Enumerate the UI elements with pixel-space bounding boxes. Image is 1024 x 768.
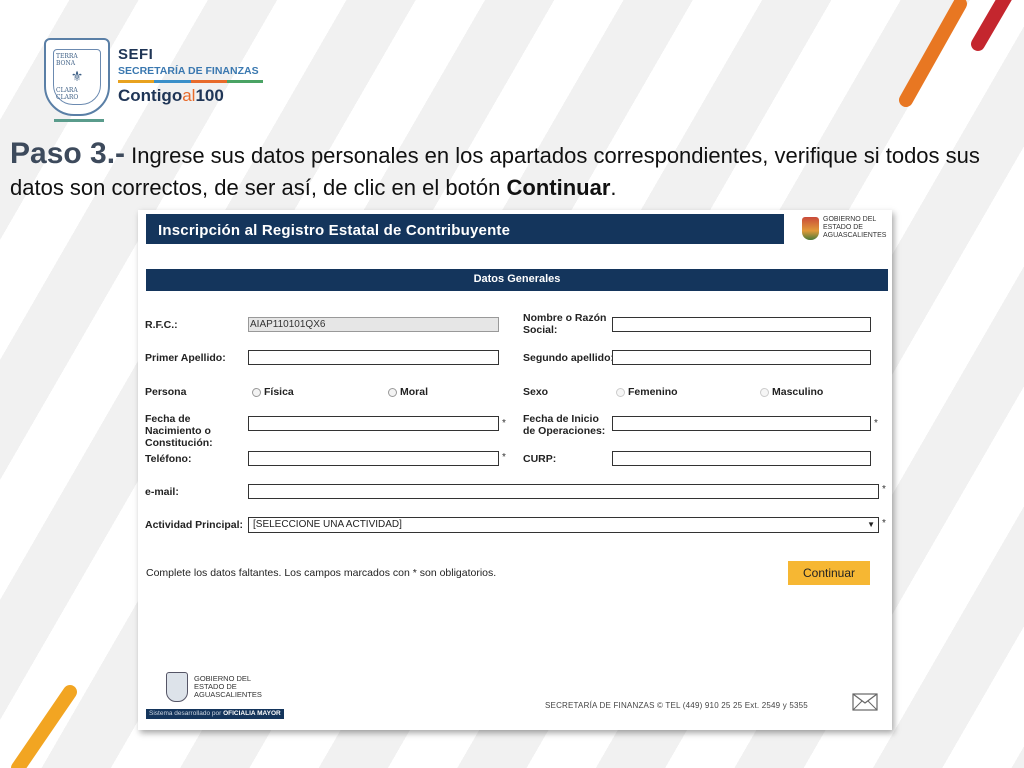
actividad-label: Actividad Principal: xyxy=(145,519,244,531)
curp-label: CURP: xyxy=(523,453,557,465)
sefi-logo: TERRA BONA ⚜ CLARA CLARO SEFI SECRETARÍA… xyxy=(44,38,263,122)
fecha-nacimiento-field[interactable] xyxy=(248,416,499,431)
form-title: Inscripción al Registro Estatal de Contr… xyxy=(146,214,784,244)
persona-label: Persona xyxy=(145,386,187,398)
telefono-label: Teléfono: xyxy=(145,453,192,465)
actividad-selected-value: [SELECCIONE UNA ACTIVIDAD] xyxy=(253,519,402,530)
rfc-label: R.F.C.: xyxy=(145,319,178,331)
instruction-bold: Continuar xyxy=(506,175,611,200)
telefono-field[interactable] xyxy=(248,451,499,466)
footer-gov-logo: GOBIERNO DEL ESTADO DE AGUASCALIENTES xyxy=(166,672,262,702)
fecha-inicio-field[interactable] xyxy=(612,416,871,431)
segundo-apellido-label: Segundo apellido: xyxy=(523,352,614,364)
email-label: e-mail: xyxy=(145,486,179,498)
footer-crest-icon xyxy=(166,672,188,702)
footer-contact-text: SECRETARÍA DE FINANZAS © TEL (449) 910 2… xyxy=(545,701,808,710)
nombre-field[interactable] xyxy=(612,317,871,332)
actividad-select[interactable]: [SELECCIONE UNA ACTIVIDAD] ▼ xyxy=(248,517,879,533)
fecha-inicio-label: Fecha de Inicio de Operaciones: xyxy=(523,413,606,437)
registration-form: Inscripción al Registro Estatal de Contr… xyxy=(138,210,892,730)
nombre-label: Nombre o Razón Social: xyxy=(523,312,607,336)
persona-moral-radio[interactable]: Moral xyxy=(388,386,428,398)
required-mark: * xyxy=(502,452,506,463)
sefi-label: SEFI xyxy=(118,46,154,63)
decorative-stripes-top-right xyxy=(899,0,1012,107)
secretaria-label: SECRETARÍA DE FINANZAS xyxy=(118,65,259,77)
step-number: Paso 3.- xyxy=(10,137,126,170)
instruction-text: Ingrese sus datos personales en los apar… xyxy=(10,143,980,200)
continuar-button[interactable]: Continuar xyxy=(788,561,870,585)
step-instruction: Paso 3.- Ingrese sus datos personales en… xyxy=(10,137,980,201)
state-crest-icon: TERRA BONA ⚜ CLARA CLARO xyxy=(44,38,110,122)
crest-bottom-text: CLARA CLARO xyxy=(56,87,79,101)
sexo-masculino-radio[interactable]: Masculino xyxy=(760,386,823,398)
gov-logo-text: GOBIERNO DEL ESTADO DE AGUASCALIENTES xyxy=(823,216,887,239)
primer-apellido-label: Primer Apellido: xyxy=(145,352,226,364)
primer-apellido-field[interactable] xyxy=(248,350,499,365)
footer-gov-text: GOBIERNO DEL ESTADO DE AGUASCALIENTES xyxy=(194,674,262,699)
decorative-stripe-bottom-left xyxy=(11,685,77,768)
gov-logo-top: GOBIERNO DEL ESTADO DE AGUASCALIENTES xyxy=(802,216,887,240)
fecha-nacimiento-label: Fecha de Nacimiento o Constitución: xyxy=(145,413,213,449)
curp-field[interactable] xyxy=(612,451,871,466)
brand-color-bar xyxy=(118,80,263,83)
dropdown-arrow-icon: ▼ xyxy=(867,520,875,529)
developer-credit: Sistema desarrollado por OFICIALIA MAYOR xyxy=(146,709,284,719)
crest-top-text: TERRA BONA xyxy=(56,53,78,67)
aguascalientes-crest-icon xyxy=(802,216,819,240)
required-mark: * xyxy=(874,418,878,429)
rfc-field: AIAP110101QX6 xyxy=(248,317,499,332)
sexo-femenino-radio[interactable]: Femenino xyxy=(616,386,678,398)
required-mark: * xyxy=(502,418,506,429)
required-mark: * xyxy=(882,484,886,495)
segundo-apellido-field[interactable] xyxy=(612,350,871,365)
email-field[interactable] xyxy=(248,484,879,499)
mail-icon[interactable] xyxy=(852,693,878,711)
persona-fisica-radio[interactable]: Física xyxy=(252,386,294,398)
contigo-al-100-label: Contigoal100 xyxy=(118,86,224,105)
required-mark: * xyxy=(882,518,886,529)
sexo-label: Sexo xyxy=(523,386,549,398)
required-note: Complete los datos faltantes. Los campos… xyxy=(146,567,497,579)
section-datos-generales: Datos Generales xyxy=(146,269,888,291)
